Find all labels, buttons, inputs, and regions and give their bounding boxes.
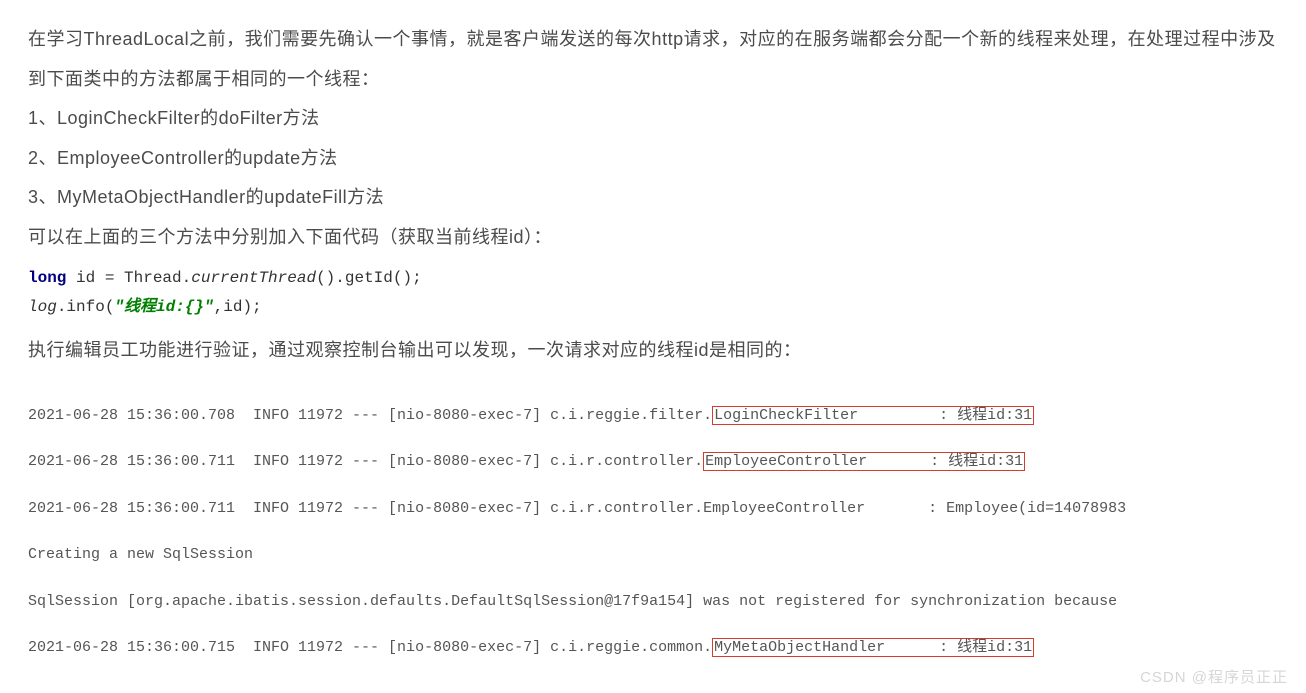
console-line-2: 2021-06-28 15:36:00.711 INFO 11972 --- [… xyxy=(28,450,1278,473)
list-item-1: 1、LoginCheckFilter的doFilter方法 xyxy=(28,99,1278,139)
console-intro: 执行编辑员工功能进行验证，通过观察控制台输出可以发现，一次请求对应的线程id是相… xyxy=(28,331,1278,371)
code-line-1: long id = Thread.currentThread().getId()… xyxy=(28,264,1278,294)
list-item-2: 2、EmployeeController的update方法 xyxy=(28,139,1278,179)
code-intro: 可以在上面的三个方法中分别加入下面代码（获取当前线程id）： xyxy=(28,218,1278,258)
method-currentThread: currentThread xyxy=(191,269,316,287)
highlight-box-1: LoginCheckFilter : 线程id:31 xyxy=(712,406,1034,425)
console-line-1: 2021-06-28 15:36:00.708 INFO 11972 --- [… xyxy=(28,404,1278,427)
watermark: CSDN @程序员正正 xyxy=(1140,666,1288,687)
highlight-box-3: MyMetaObjectHandler : 线程id:31 xyxy=(712,638,1034,657)
code-line-2: log.info("线程id:{}",id); xyxy=(28,293,1278,323)
keyword-long: long xyxy=(28,269,66,287)
list-item-3: 3、MyMetaObjectHandler的updateFill方法 xyxy=(28,178,1278,218)
var-log: log xyxy=(28,298,57,316)
console-line-5: SqlSession [org.apache.ibatis.session.de… xyxy=(28,590,1278,613)
console-output: 2021-06-28 15:36:00.708 INFO 11972 --- [… xyxy=(28,380,1278,682)
code-block: long id = Thread.currentThread().getId()… xyxy=(28,264,1278,323)
console-line-3: 2021-06-28 15:36:00.711 INFO 11972 --- [… xyxy=(28,497,1278,520)
console-line-6: 2021-06-28 15:36:00.715 INFO 11972 --- [… xyxy=(28,636,1278,659)
console-line-4: Creating a new SqlSession xyxy=(28,543,1278,566)
highlight-box-2: EmployeeController : 线程id:31 xyxy=(703,452,1025,471)
intro-paragraph: 在学习ThreadLocal之前，我们需要先确认一个事情，就是客户端发送的每次h… xyxy=(28,20,1278,99)
string-literal: "线程id:{}" xyxy=(114,298,213,316)
